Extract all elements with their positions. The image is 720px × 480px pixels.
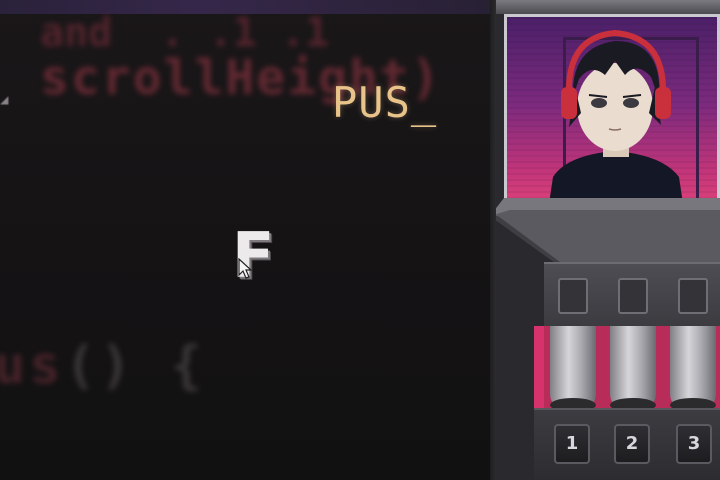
- typing-cursor: _: [410, 78, 438, 127]
- falling-letter-block[interactable]: F: [232, 222, 278, 290]
- code-line-3-left: us: [0, 336, 65, 396]
- mouse-pointer-icon: [238, 258, 252, 279]
- machine-funnel: [490, 198, 720, 262]
- machine-top-rail: [490, 0, 720, 14]
- slot-window-1: [558, 278, 588, 314]
- machine-panel: 1 2 3: [490, 0, 720, 480]
- slot-window-3: [678, 278, 708, 314]
- typed-word-text: PUS: [332, 78, 411, 127]
- edge-arrow-icon: ◢: [0, 92, 9, 108]
- avatar-monitor: [504, 14, 720, 214]
- tube-band-edge: [534, 326, 544, 410]
- key-button-3[interactable]: 3: [676, 424, 712, 464]
- code-line-3-right: () {: [64, 336, 206, 396]
- machine-left-edge: [490, 0, 496, 480]
- player-avatar: [547, 29, 685, 211]
- slot-window-2: [618, 278, 648, 314]
- key-button-1[interactable]: 1: [554, 424, 590, 464]
- typed-word: PUS_: [332, 78, 437, 127]
- key-button-2[interactable]: 2: [614, 424, 650, 464]
- code-line-3: us() {: [0, 336, 206, 396]
- game-stage: and . .1 .1 scrollHeight) us() { ◢ PUS_ …: [0, 0, 720, 480]
